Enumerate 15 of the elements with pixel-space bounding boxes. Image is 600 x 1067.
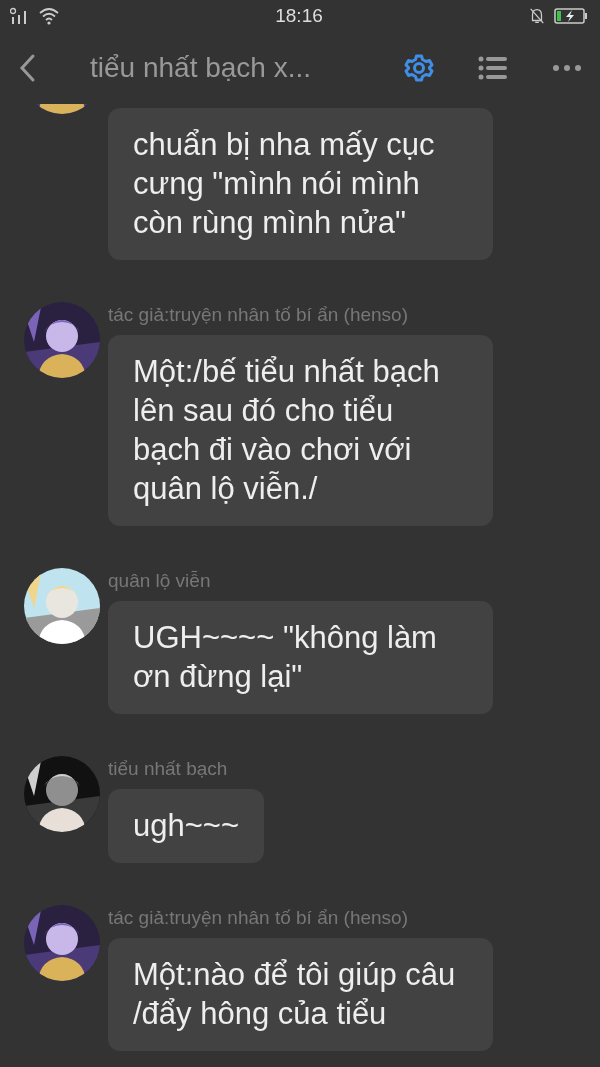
sender-name: tác giả:truyện nhân tố bí ẩn (henso) [108,907,408,929]
sender-name: tiểu nhất bạch [108,758,228,780]
battery-charging-icon [554,7,588,25]
wifi-icon [38,7,60,25]
message-bubble: UGH~~~~ "không làm ơn đừng lại" [108,601,493,714]
message-bubble: chuẩn bị nha mấy cục cưng "mình nói mình còn rùng mình nửa" [108,108,493,260]
sender-name: tác giả:truyện nhân tố bí ẩn (henso) [108,304,408,326]
chat-title: tiểu nhất bạch x... [90,52,313,84]
sender-name: quân lộ viễn [108,570,211,592]
more-icon[interactable] [552,64,582,72]
clock-time: 18:16 [275,5,323,27]
message-bubble: Một:nào để tôi giúp câu /đẩy hông của tiểu [108,938,493,1051]
settings-icon[interactable] [404,53,434,83]
message-bubble: Một:/bế tiểu nhất bạch lên sau đó cho tiểu bạch đi vào chơi với quân lộ viễn./ [108,335,493,526]
message-bubble: ugh~~~ [108,789,265,863]
